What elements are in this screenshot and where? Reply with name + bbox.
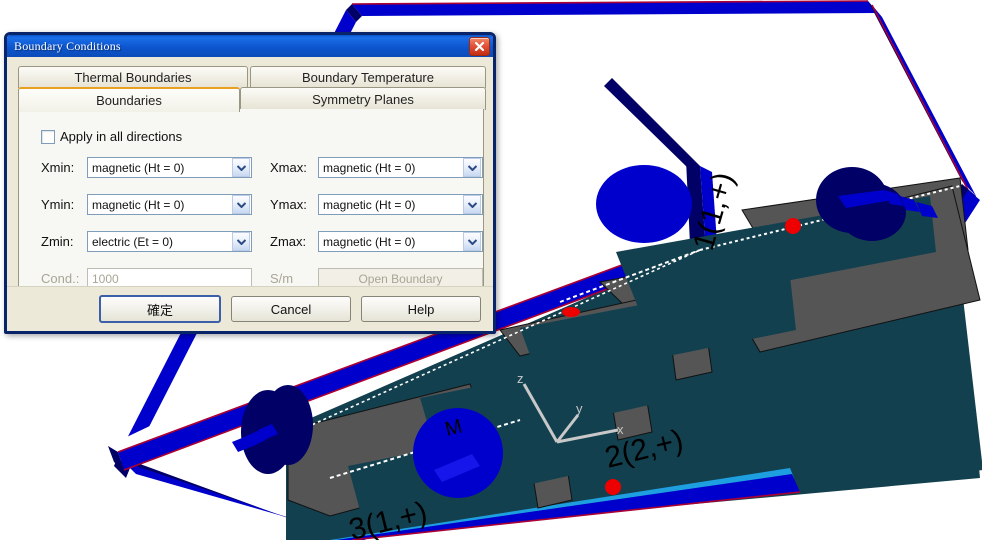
tab-symmetry-planes[interactable]: Symmetry Planes	[240, 87, 486, 110]
combo-ymin[interactable]: magnetic (Ht = 0)	[87, 194, 252, 215]
label-xmin: Xmin:	[41, 160, 75, 175]
tab-row-back: Thermal Boundaries Boundary Temperature	[18, 66, 486, 88]
combo-xmax[interactable]: magnetic (Ht = 0)	[318, 157, 483, 178]
label-zmax: Zmax:	[270, 234, 307, 249]
label-ymax: Ymax:	[270, 197, 307, 212]
open-boundary-label: Open Boundary	[358, 271, 443, 286]
port-marker-1[interactable]	[785, 218, 801, 234]
chevron-down-icon[interactable]	[232, 158, 250, 177]
label-xmax: Xmax:	[270, 160, 307, 175]
combo-xmax-value: magnetic (Ht = 0)	[323, 160, 416, 175]
label-zmin: Zmin:	[41, 234, 74, 249]
via-disc-center: M	[413, 408, 503, 498]
ok-button[interactable]: 確定	[99, 295, 221, 323]
label-conductivity-unit: S/m	[270, 271, 294, 286]
axis-label-y: y	[576, 401, 583, 416]
combo-zmax[interactable]: magnetic (Ht = 0)	[318, 231, 483, 252]
chevron-down-icon[interactable]	[232, 195, 250, 214]
close-icon[interactable]	[469, 36, 490, 56]
combo-xmin[interactable]: magnetic (Ht = 0)	[87, 157, 252, 178]
boundaries-panel: Apply in all directions Xmin: magnetic (…	[18, 109, 484, 295]
cancel-button-label: Cancel	[270, 301, 312, 317]
combo-ymin-value: magnetic (Ht = 0)	[92, 197, 185, 212]
combo-zmax-value: magnetic (Ht = 0)	[323, 234, 416, 249]
axis-label-x: x	[617, 422, 624, 437]
port-marker-3[interactable]	[562, 307, 580, 317]
row-z: Zmin: electric (Et = 0) Zmax: magnetic (…	[41, 231, 483, 252]
checkbox-box-icon	[41, 129, 55, 144]
port-marker-2[interactable]	[605, 479, 621, 495]
combo-ymax-value: magnetic (Ht = 0)	[323, 197, 416, 212]
apply-all-directions-label: Apply in all directions	[60, 129, 183, 144]
combo-zmin[interactable]: electric (Et = 0)	[87, 231, 252, 252]
help-button-label: Help	[407, 301, 435, 317]
combo-xmin-value: magnetic (Ht = 0)	[92, 160, 185, 175]
tab-row-front: Boundaries Symmetry Planes	[18, 87, 486, 112]
via-disc-upper	[596, 165, 692, 243]
input-conductivity-value: 1000	[92, 271, 119, 286]
tab-boundaries-label: Boundaries	[96, 93, 162, 108]
combo-zmin-value: electric (Et = 0)	[92, 234, 174, 249]
chevron-down-icon[interactable]	[232, 232, 250, 251]
tab-boundaries[interactable]: Boundaries	[18, 87, 240, 112]
combo-ymax[interactable]: magnetic (Ht = 0)	[318, 194, 483, 215]
chevron-down-icon[interactable]	[463, 158, 481, 177]
label-ymin: Ymin:	[41, 197, 75, 212]
axis-label-z: z	[517, 371, 524, 386]
row-x: Xmin: magnetic (Ht = 0) Xmax: magnetic (…	[41, 157, 483, 178]
dialog-body: Thermal Boundaries Boundary Temperature …	[7, 57, 493, 295]
tab-boundary-temperature-label: Boundary Temperature	[301, 70, 434, 85]
dialog-title: Boundary Conditions	[14, 38, 121, 53]
ok-button-label: 確定	[146, 302, 173, 318]
chevron-down-icon[interactable]	[463, 232, 481, 251]
tab-symmetry-planes-label: Symmetry Planes	[312, 91, 414, 107]
apply-all-directions-checkbox[interactable]: Apply in all directions	[41, 129, 182, 144]
row-y: Ymin: magnetic (Ht = 0) Ymax: magnetic (…	[41, 194, 483, 215]
cancel-button[interactable]: Cancel	[231, 296, 351, 322]
help-button[interactable]: Help	[361, 296, 481, 322]
tab-thermal-boundaries[interactable]: Thermal Boundaries	[18, 66, 248, 88]
boundary-conditions-dialog[interactable]: Boundary Conditions Thermal Boundaries B…	[4, 32, 496, 334]
label-cond: Cond.:	[41, 271, 80, 286]
dialog-button-row: 確定 Cancel Help	[7, 286, 493, 331]
dialog-titlebar[interactable]: Boundary Conditions	[7, 35, 493, 57]
chevron-down-icon[interactable]	[463, 195, 481, 214]
tab-thermal-boundaries-label: Thermal Boundaries	[74, 70, 192, 85]
tab-boundary-temperature[interactable]: Boundary Temperature	[250, 66, 486, 88]
